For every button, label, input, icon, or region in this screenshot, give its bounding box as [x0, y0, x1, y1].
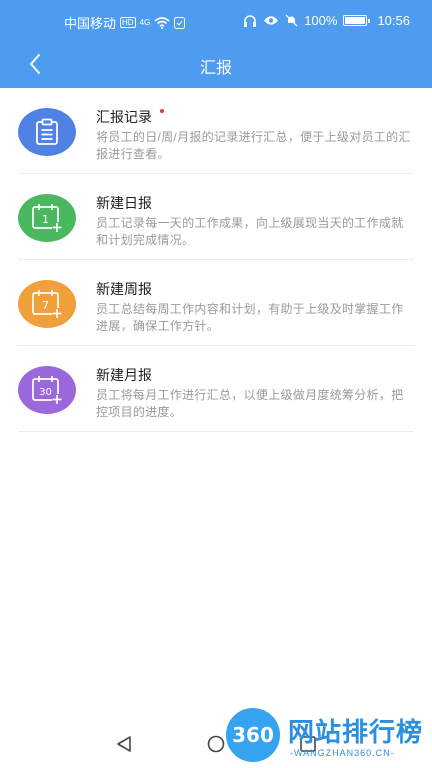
- calendar-1-add-icon: 1: [32, 204, 62, 232]
- menu-item-report-records[interactable]: 汇报记录 将员工的日/周/月报的记录进行汇总，便于上级对员工的汇报进行查看。: [18, 88, 414, 174]
- page-title: 汇报: [199, 60, 232, 77]
- menu-item-new-daily-report[interactable]: 1 新建日报 员工记录每一天的工作成果，向上级展现当天的工作成就和计划完成情况。: [18, 174, 414, 260]
- app-header: 中国移动 HD 4G 100% 10:56 汇报: [0, 0, 432, 88]
- menu-item-text: 新建月报 员工将每月工作进行汇总，以便上级做月度统筹分析，把控项目的进度。: [96, 366, 414, 421]
- network-type: 4G: [139, 18, 151, 27]
- menu-item-new-monthly-report[interactable]: 30 新建月报 员工将每月工作进行汇总，以便上级做月度统筹分析，把控项目的进度。: [18, 346, 414, 432]
- headphones-icon: [244, 15, 257, 27]
- menu-item-text: 新建日报 员工记录每一天的工作成果，向上级展现当天的工作成就和计划完成情况。: [96, 194, 414, 249]
- report-menu-list: 汇报记录 将员工的日/周/月报的记录进行汇总，便于上级对员工的汇报进行查看。 1…: [0, 88, 432, 432]
- triangle-back-icon: [117, 736, 131, 752]
- monthly-report-icon-bg: 30: [18, 366, 76, 414]
- menu-item-text: 汇报记录 将员工的日/周/月报的记录进行汇总，便于上级对员工的汇报进行查看。: [96, 108, 414, 163]
- shield-icon: [174, 16, 186, 29]
- battery-percent: 100%: [304, 13, 338, 28]
- nav-back-button[interactable]: [110, 732, 138, 756]
- watermark-title: 网站排行榜: [288, 717, 424, 747]
- menu-item-title: 新建周报: [96, 281, 152, 297]
- calendar-day-number: 1: [42, 213, 49, 226]
- menu-item-description: 员工总结每周工作内容和计划，有助于上级及时掌握工作进展，确保工作方针。: [96, 302, 404, 333]
- menu-item-description: 员工将每月工作进行汇总，以便上级做月度统筹分析，把控项目的进度。: [96, 388, 404, 419]
- mute-bell-icon: [285, 14, 298, 27]
- watermark-logo: 360: [226, 708, 280, 762]
- calendar-day-number: 7: [42, 299, 49, 312]
- daily-report-icon-bg: 1: [18, 194, 76, 242]
- calendar-30-add-icon: 30: [32, 376, 62, 404]
- clipboard-icon: [36, 118, 58, 145]
- menu-item-new-weekly-report[interactable]: 7 新建周报 员工总结每周工作内容和计划，有助于上级及时掌握工作进展，确保工作方…: [18, 260, 414, 346]
- status-left: 中国移动 HD 4G: [64, 13, 186, 32]
- menu-item-title: 新建日报: [96, 195, 152, 211]
- report-records-label: 汇报记录: [96, 109, 152, 125]
- hd-badge: HD: [120, 17, 136, 28]
- unread-dot: [160, 109, 164, 113]
- clock-time: 10:56: [377, 13, 410, 28]
- report-records-icon-bg: [18, 108, 76, 156]
- carrier-name: 中国移动: [64, 16, 117, 31]
- title-bar: 汇报: [0, 40, 432, 88]
- menu-item-description: 员工记录每一天的工作成果，向上级展现当天的工作成就和计划完成情况。: [96, 216, 404, 247]
- menu-item-description: 将员工的日/周/月报的记录进行汇总，便于上级对员工的汇报进行查看。: [96, 130, 411, 161]
- weekly-report-icon-bg: 7: [18, 280, 76, 328]
- calendar-7-add-icon: 7: [32, 290, 62, 318]
- battery-icon: [343, 15, 371, 26]
- menu-item-text: 新建周报 员工总结每周工作内容和计划，有助于上级及时掌握工作进展，确保工作方针。: [96, 280, 414, 335]
- menu-item-title: 汇报记录: [96, 108, 414, 126]
- eye-icon: [264, 16, 279, 25]
- menu-item-title: 新建月报: [96, 367, 152, 383]
- site-watermark: 360 网站排行榜 -WANGZHAN360.CN-: [226, 708, 432, 768]
- status-right: 100% 10:56: [243, 13, 410, 28]
- watermark-subtitle: -WANGZHAN360.CN-: [290, 748, 395, 758]
- status-bar: 中国移动 HD 4G 100% 10:56: [0, 0, 432, 40]
- calendar-day-number: 30: [39, 387, 52, 398]
- wifi-icon: [154, 16, 170, 29]
